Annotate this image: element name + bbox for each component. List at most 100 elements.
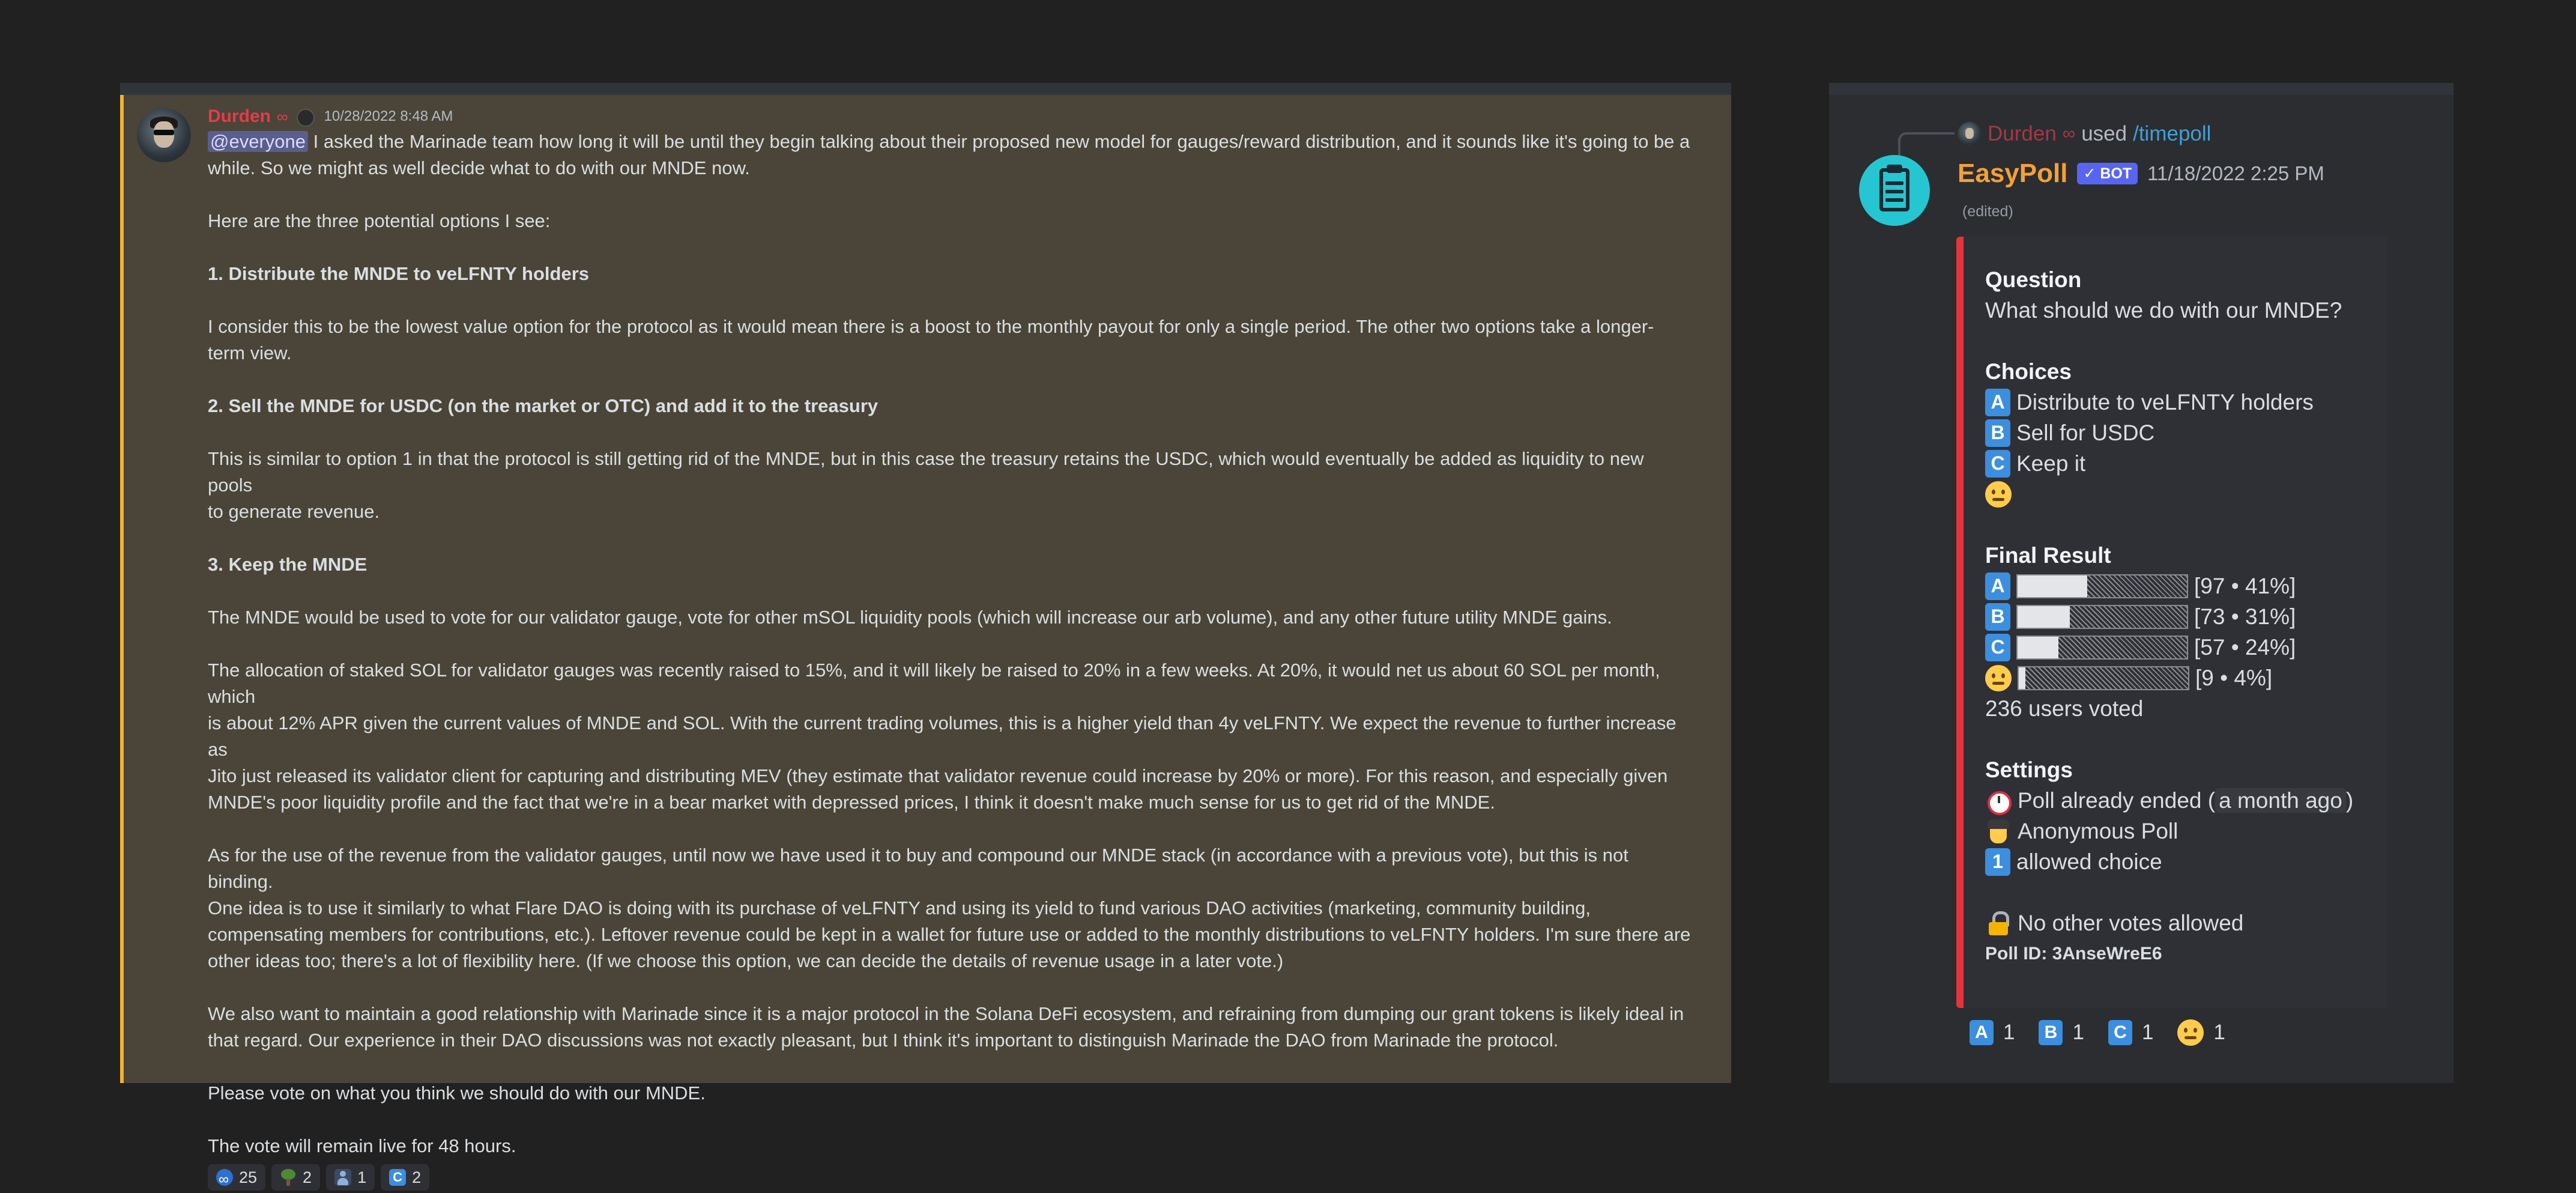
letter-a-icon: A xyxy=(1970,1020,1994,1045)
author-badge-icon xyxy=(294,108,316,127)
options-intro: Here are the three potential options I s… xyxy=(208,210,551,231)
option-2-title: 2. Sell the MNDE for USDC (on the market… xyxy=(208,395,878,416)
reaction-count: 1 xyxy=(2003,1021,2015,1044)
intro-paragraph: @everyone I asked the Marinade team how … xyxy=(208,129,1691,155)
intro-text-line2: while. So we might as well decide what t… xyxy=(208,157,750,178)
reply-used-text: used xyxy=(2081,122,2127,145)
number-one-icon: 1 xyxy=(1985,848,2010,876)
bot-name[interactable]: EasyPoll xyxy=(1958,159,2067,189)
neutral-face-icon xyxy=(1985,481,2012,508)
allowed-label: allowed choice xyxy=(2016,849,2162,874)
option-2-text-line2: to generate revenue. xyxy=(208,501,380,522)
result-label: [97 • 41%] xyxy=(2194,574,2296,598)
option-2-text: This is similar to option 1 in that the … xyxy=(208,448,1644,496)
detective-icon xyxy=(1985,818,2012,845)
reply-connector xyxy=(1898,132,1955,159)
slash-command[interactable]: /timepoll xyxy=(2133,122,2211,146)
final-result-title: Final Result xyxy=(1985,543,2111,568)
letter-c-icon: C xyxy=(2108,1020,2132,1045)
no-votes-label: No other votes allowed xyxy=(2018,911,2244,935)
reaction-b[interactable]: B 1 xyxy=(2030,1016,2093,1049)
reaction-count: 1 xyxy=(2141,1021,2154,1044)
reply-author-avatar[interactable] xyxy=(1958,122,1982,146)
option-1-text-line2: term view. xyxy=(208,342,292,363)
anonymous-label: Anonymous Poll xyxy=(2018,819,2178,843)
alarm-clock-icon xyxy=(1985,788,2012,815)
poll-reactions: A 1 B 1 C 1 1 xyxy=(1961,1016,2234,1049)
relationship-line-2: that regard. Our experience in their DAO… xyxy=(208,1030,1559,1051)
reaction-count: 1 xyxy=(357,1168,367,1186)
author-decoration: ∞ xyxy=(277,108,288,126)
reply-author-decoration: ∞ xyxy=(2062,124,2076,144)
result-bar xyxy=(2016,574,2188,598)
reaction-count: 1 xyxy=(2213,1021,2225,1044)
poll-panel: Durden ∞ used /timepoll EasyPoll ✓ BOT 1… xyxy=(1829,83,2454,1083)
ended-relative-time[interactable]: a month ago xyxy=(2215,788,2346,813)
easypoll-avatar[interactable] xyxy=(1859,155,1930,226)
command-reply-header: Durden ∞ used /timepoll xyxy=(1958,120,2211,148)
question-text: What should we do with our MNDE? xyxy=(1985,298,2342,323)
revenue-line-4: other ideas too; there's a lot of flexib… xyxy=(208,950,1284,971)
option-3-text: The MNDE would be used to vote for our v… xyxy=(208,607,1612,628)
author-name[interactable]: Durden xyxy=(208,103,271,130)
result-label: [9 • 4%] xyxy=(2195,666,2273,690)
setting-ended: Poll already ended (a month ago) xyxy=(1985,785,2375,816)
bot-header: EasyPoll ✓ BOT 11/18/2022 2:25 PM xyxy=(1958,157,2324,190)
reaction-marinade[interactable]: 25 xyxy=(208,1164,266,1193)
reaction-letter-c[interactable]: C 2 xyxy=(381,1164,430,1191)
choices-title: Choices xyxy=(1985,359,2072,384)
revenue-line-1: As for the use of the revenue from the v… xyxy=(208,845,1628,892)
result-bar-fill xyxy=(2018,606,2070,628)
poll-id: Poll ID: 3AnseWreE6 xyxy=(1985,944,2162,964)
reply-author-name[interactable]: Durden xyxy=(1988,122,2057,146)
letter-b-icon: B xyxy=(2039,1020,2063,1045)
reaction-tree[interactable]: 2 xyxy=(271,1164,321,1191)
message-timestamp[interactable]: 10/28/2022 8:48 AM xyxy=(324,103,453,130)
ended-text: Poll already ended ( xyxy=(2018,788,2216,813)
users-voted: 236 users voted xyxy=(1985,696,2144,721)
reaction-abstain[interactable]: 1 xyxy=(2169,1016,2234,1049)
result-bar xyxy=(2016,604,2188,629)
relationship-line-1: We also want to maintain a good relation… xyxy=(208,1003,1684,1024)
setting-no-votes: No other votes allowed xyxy=(1985,908,2375,938)
everyone-mention[interactable]: @everyone xyxy=(208,131,308,152)
vote-duration: The vote will remain live for 48 hours. xyxy=(208,1135,516,1156)
neutral-face-icon xyxy=(1985,664,2012,691)
reaction-person[interactable]: 1 xyxy=(326,1164,375,1191)
author-avatar[interactable] xyxy=(137,108,191,162)
revenue-line-3: compensating members for contributions, … xyxy=(208,924,1691,945)
vote-request: Please vote on what you think we should … xyxy=(208,1082,706,1103)
result-c: C [57 • 24%] xyxy=(1985,632,2375,663)
reaction-count: 2 xyxy=(303,1168,312,1186)
allocation-line-1: The allocation of staked SOL for validat… xyxy=(208,660,1660,707)
edited-label: (edited) xyxy=(1962,203,2013,220)
letter-a-icon: A xyxy=(1985,388,2010,416)
reaction-c[interactable]: C 1 xyxy=(2099,1016,2162,1049)
letter-c-icon: C xyxy=(1985,633,2010,661)
result-bar-fill xyxy=(2019,667,2026,689)
result-label: [73 • 31%] xyxy=(2194,604,2296,629)
setting-allowed: 1 allowed choice xyxy=(1985,846,2375,877)
result-label: [57 • 24%] xyxy=(2194,635,2296,660)
letter-c-icon: C xyxy=(1985,449,2010,478)
option-3-title: 3. Keep the MNDE xyxy=(208,554,367,575)
choice-label: Keep it xyxy=(2016,451,2086,476)
poll-embed: Question What should we do with our MNDE… xyxy=(1956,237,2387,1008)
bot-timestamp[interactable]: 11/18/2022 2:25 PM xyxy=(2147,162,2324,185)
result-abstain: [9 • 4%] xyxy=(1985,663,2375,693)
message-reactions: 25 2 1 C 2 xyxy=(208,1164,1691,1193)
revenue-line-2: One idea is to use it similarly to what … xyxy=(208,897,1591,918)
reaction-count: 1 xyxy=(2072,1021,2084,1044)
bot-badge: ✓ BOT xyxy=(2077,163,2138,184)
reaction-count: 2 xyxy=(412,1168,422,1186)
intro-text: I asked the Marinade team how long it wi… xyxy=(308,131,1690,152)
result-a: A [97 • 41%] xyxy=(1985,571,2375,601)
reaction-a[interactable]: A 1 xyxy=(1961,1016,2024,1049)
announcement-message: Durden ∞ 10/28/2022 8:48 AM @everyone I … xyxy=(208,103,1691,1193)
choice-abstain xyxy=(1985,479,2375,509)
result-b: B [73 • 31%] xyxy=(1985,601,2375,632)
announcement-panel: Durden ∞ 10/28/2022 8:48 AM @everyone I … xyxy=(120,83,1731,1193)
result-bar-fill xyxy=(2018,636,2058,658)
letter-a-icon: A xyxy=(1985,572,2010,600)
result-bar-fill xyxy=(2018,575,2087,597)
